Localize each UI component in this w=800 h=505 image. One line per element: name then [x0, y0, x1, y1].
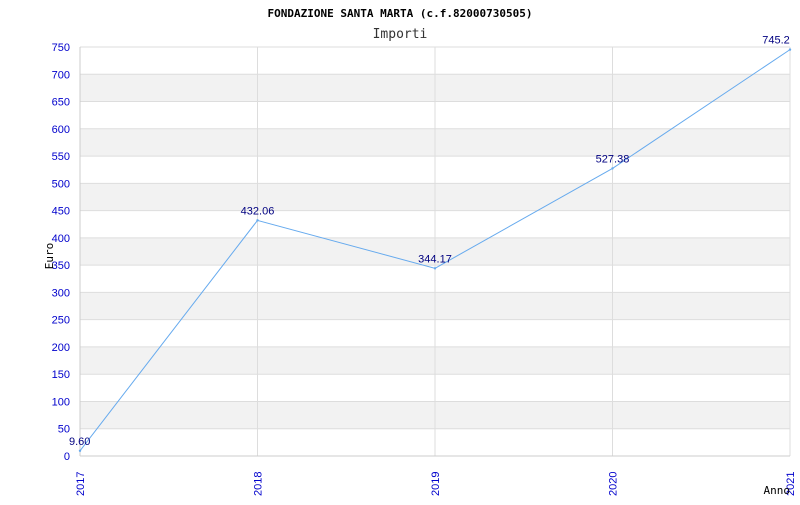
data-point: [788, 48, 792, 51]
line-chart: FONDAZIONE SANTA MARTA (c.f.82000730505)…: [43, 7, 797, 497]
y-tick-label: 150: [52, 369, 70, 381]
x-axis-title: Anno: [764, 484, 791, 497]
data-label: 344.17: [418, 253, 452, 265]
x-tick-label: 2018: [253, 472, 265, 496]
y-tick-label: 750: [52, 42, 70, 54]
data-point: [611, 167, 614, 170]
y-tick-label: 650: [52, 97, 70, 109]
y-tick-label: 200: [52, 342, 70, 354]
chart-subtitle: Importi: [373, 27, 428, 42]
data-label: 527.38: [596, 153, 630, 165]
y-tick-label: 250: [52, 315, 70, 327]
y-axis-title: Euro: [43, 243, 56, 270]
y-tick-label: 300: [52, 287, 70, 299]
chart-title: FONDAZIONE SANTA MARTA (c.f.82000730505): [268, 7, 533, 20]
data-label: 745.2: [762, 35, 790, 47]
data-label: 432.06: [241, 205, 275, 217]
y-tick-label: 700: [52, 69, 70, 81]
y-tick-label: 50: [58, 424, 70, 436]
y-tick-label: 600: [52, 124, 70, 136]
x-tick-label: 2019: [430, 472, 442, 496]
data-point: [433, 267, 437, 270]
y-tick-label: 450: [52, 206, 70, 218]
data-label: 9.60: [69, 436, 90, 448]
x-tick-label: 2017: [75, 472, 87, 496]
data-point: [256, 219, 259, 222]
y-tick-label: 550: [52, 151, 70, 163]
y-tick-label: 500: [52, 178, 70, 190]
chart: FONDAZIONE SANTA MARTA (c.f.82000730505)…: [0, 0, 800, 500]
y-tick-label: 0: [64, 451, 70, 463]
y-tick-label: 100: [52, 396, 70, 408]
x-tick-label: 2020: [608, 472, 620, 496]
data-point: [78, 449, 82, 452]
